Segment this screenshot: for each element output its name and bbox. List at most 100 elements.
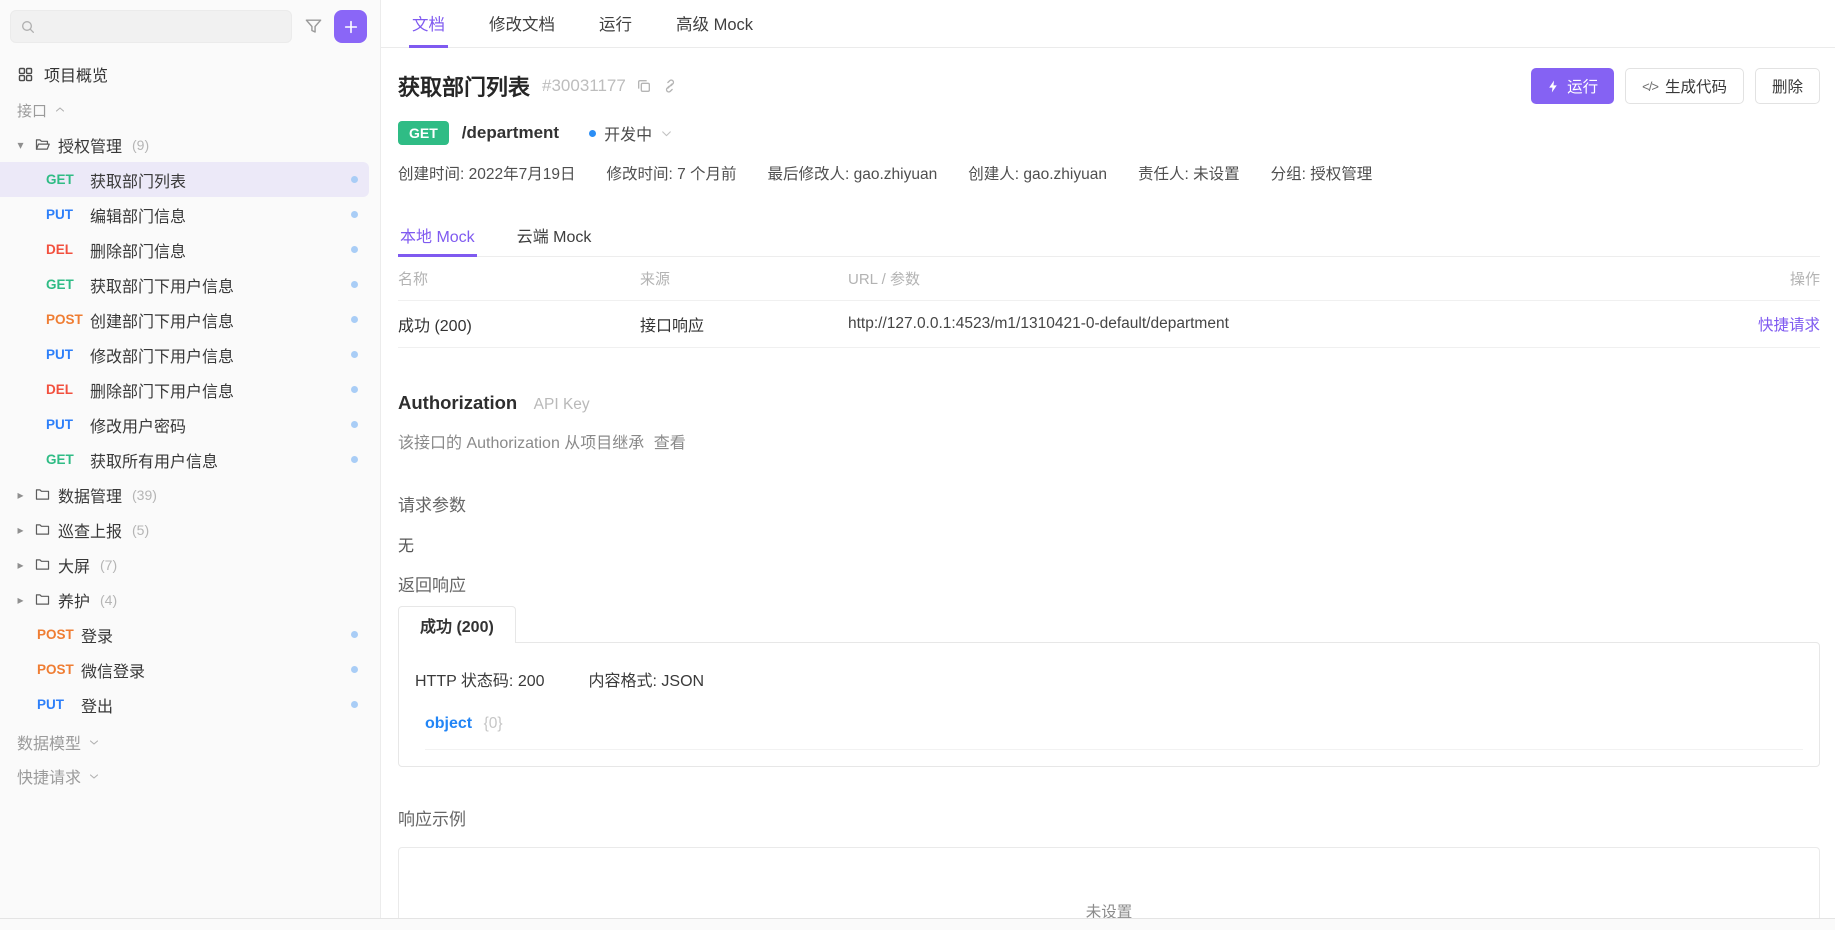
tab-local-mock[interactable]: 本地 Mock <box>398 223 477 257</box>
search-icon <box>20 19 36 35</box>
caret-right-icon[interactable]: ▸ <box>14 488 27 502</box>
link-icon[interactable] <box>662 78 678 94</box>
code-icon: </> <box>1642 79 1658 94</box>
col-source: 来源 <box>640 268 848 289</box>
mock-table: 名称 来源 URL / 参数 操作 成功 (200) 接口响应 http://1… <box>398 257 1820 348</box>
sidebar-api-item[interactable]: PUT修改用户密码 <box>0 407 369 442</box>
sync-dot <box>351 211 358 218</box>
sync-dot <box>351 246 358 253</box>
plus-icon <box>343 19 359 35</box>
chevron-down-icon <box>660 127 673 140</box>
mock-source: 接口响应 <box>640 312 848 336</box>
response-example-empty: 未设置 <box>1086 900 1133 918</box>
filter-icon <box>304 17 323 36</box>
sidebar-folder[interactable]: ▸ 大屏 (7) <box>0 547 369 582</box>
mock-name: 成功 (200) <box>398 312 640 336</box>
mock-tabbar: 本地 Mock 云端 Mock <box>398 223 1820 257</box>
endpoint-row: GET /department 开发中 <box>398 121 1820 145</box>
method-label: GET <box>46 277 90 292</box>
sidebar-api-item[interactable]: GET获取部门列表 <box>0 162 369 197</box>
tab-run[interactable]: 运行 <box>596 0 635 48</box>
tab-advanced-mock[interactable]: 高级 Mock <box>673 0 756 48</box>
api-label: 修改部门下用户信息 <box>90 343 234 367</box>
chevron-down-icon <box>88 736 100 748</box>
sync-dot <box>351 666 358 673</box>
api-label: 登录 <box>81 623 113 647</box>
sync-dot <box>351 456 358 463</box>
folder-label: 养护 <box>58 588 90 612</box>
status-dropdown[interactable]: 开发中 <box>589 121 673 145</box>
api-label: 获取部门列表 <box>90 168 186 192</box>
title-row: 获取部门列表 #30031177 运行 <box>398 68 1820 104</box>
view-link[interactable]: 查看 <box>654 435 686 452</box>
bottom-scrollbar-track[interactable] <box>0 918 1835 930</box>
folder-label: 数据管理 <box>58 483 122 507</box>
add-button[interactable] <box>334 10 367 43</box>
sidebar-api-item[interactable]: PUT修改部门下用户信息 <box>0 337 369 372</box>
sidebar-api-item[interactable]: PUT编辑部门信息 <box>0 197 369 232</box>
folder-label: 授权管理 <box>58 133 122 157</box>
caret-right-icon[interactable]: ▸ <box>14 593 27 607</box>
sidebar-folder[interactable]: ▾授权管理(9) <box>0 127 369 162</box>
search-input[interactable] <box>42 18 282 35</box>
sidebar-api-item[interactable]: DEL删除部门下用户信息 <box>0 372 369 407</box>
response-example-box: 未设置 <box>398 847 1820 918</box>
caret-right-icon[interactable]: ▸ <box>14 558 27 572</box>
sidebar-api-item[interactable]: GET获取部门下用户信息 <box>0 267 369 302</box>
method-label: POST <box>37 627 81 642</box>
sidebar-api-item[interactable]: POST微信登录 <box>0 652 369 687</box>
api-label: 登出 <box>81 693 113 717</box>
quick-request-link[interactable]: 快捷请求 <box>1758 317 1820 334</box>
schema-count: {0} <box>484 715 503 732</box>
method-label: POST <box>46 312 90 327</box>
authorization-scheme: API Key <box>534 396 590 413</box>
response-info-item: HTTP 状态码: 200 <box>415 667 545 691</box>
schema-object-link[interactable]: object <box>425 715 472 732</box>
copy-icon[interactable] <box>636 78 652 94</box>
generate-code-button[interactable]: </> 生成代码 <box>1625 68 1744 104</box>
response-tab-success[interactable]: 成功 (200) <box>398 606 516 643</box>
sidebar-folder[interactable]: ▸养护(4) <box>0 582 369 617</box>
sync-dot <box>351 351 358 358</box>
meta-item: 分组: 授权管理 <box>1271 162 1373 184</box>
sync-dot <box>351 281 358 288</box>
sidebar-api-item[interactable]: POST创建部门下用户信息 <box>0 302 369 337</box>
method-label: PUT <box>46 347 90 362</box>
section-data-models[interactable]: 数据模型 <box>0 728 380 756</box>
sidebar-api-item[interactable]: POST登录 <box>0 617 369 652</box>
sidebar-item-project-overview[interactable]: 项目概览 <box>0 59 380 89</box>
meta-item: 最后修改人: gao.zhiyuan <box>768 162 938 184</box>
tab-cloud-mock[interactable]: 云端 Mock <box>515 223 594 257</box>
filter-button[interactable] <box>299 13 327 41</box>
run-button[interactable]: 运行 <box>1531 68 1614 104</box>
search-box[interactable] <box>10 10 292 43</box>
folder-icon <box>34 136 51 153</box>
tab-edit-docs[interactable]: 修改文档 <box>486 0 558 48</box>
method-label: GET <box>46 452 90 467</box>
meta-item: 创建人: gao.zhiyuan <box>968 162 1107 184</box>
caret-down-icon[interactable]: ▾ <box>14 138 27 152</box>
authorization-section: Authorization API Key 该接口的 Authorization… <box>398 392 1820 453</box>
status-dot <box>589 130 596 137</box>
section-api[interactable]: 接口 <box>0 97 380 123</box>
caret-right-icon[interactable]: ▸ <box>14 523 27 537</box>
section-quick-request[interactable]: 快捷请求 <box>0 762 380 790</box>
authorization-title: Authorization <box>398 392 517 413</box>
folder-count: (7) <box>100 557 117 573</box>
sidebar-search-row <box>0 10 380 43</box>
tab-docs[interactable]: 文档 <box>409 0 448 48</box>
schema-row: object {0} <box>425 715 1803 750</box>
folder-label: 大屏 <box>58 553 90 577</box>
sidebar-folder[interactable]: ▸数据管理(39) <box>0 477 369 512</box>
sidebar-api-item[interactable]: DEL删除部门信息 <box>0 232 369 267</box>
grid-icon <box>17 66 34 83</box>
api-label: 获取部门下用户信息 <box>90 273 234 297</box>
folder-icon <box>34 591 51 608</box>
meta-item: 责任人: 未设置 <box>1138 162 1240 184</box>
sidebar-api-item[interactable]: GET获取所有用户信息 <box>0 442 369 477</box>
api-id: #30031177 <box>542 76 626 96</box>
delete-button[interactable]: 删除 <box>1755 68 1820 104</box>
sidebar-api-item[interactable]: PUT登出 <box>0 687 369 722</box>
sidebar-folder[interactable]: ▸巡查上报(5) <box>0 512 369 547</box>
folder-icon <box>34 521 51 538</box>
